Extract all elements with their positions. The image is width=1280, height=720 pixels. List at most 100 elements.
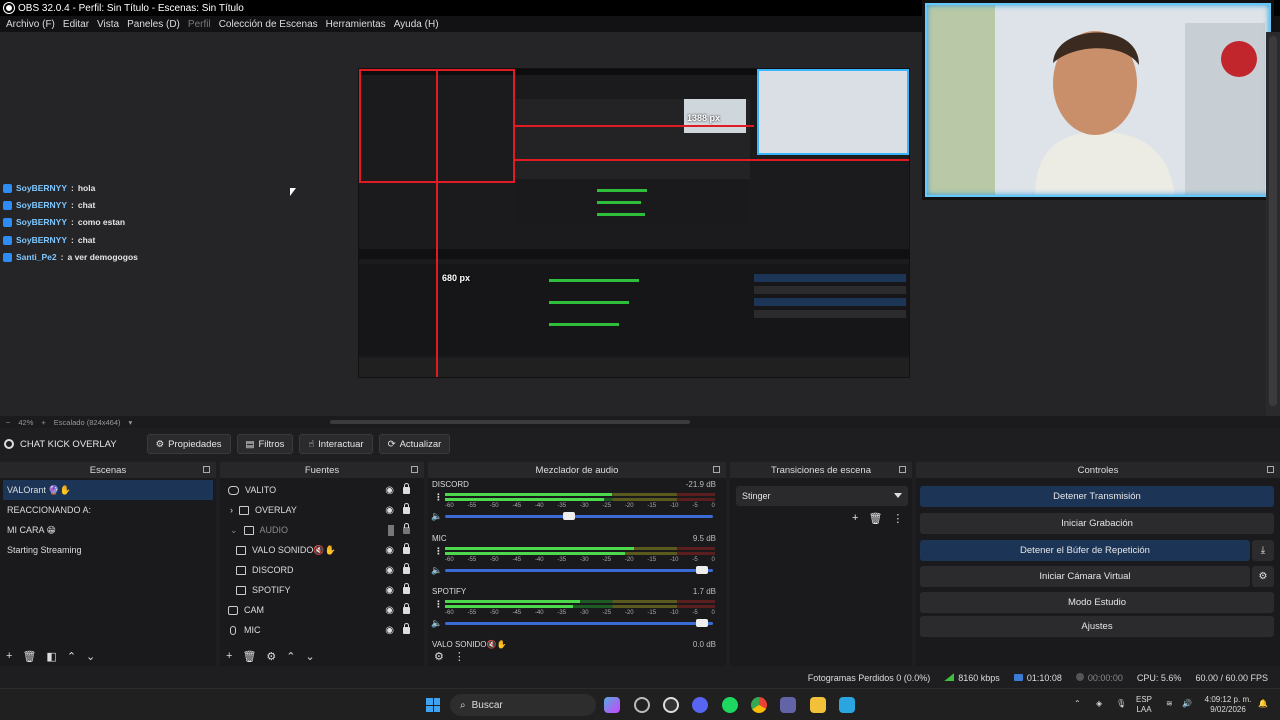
volume-fader[interactable] [445, 619, 713, 627]
undock-icon[interactable] [411, 466, 418, 473]
interact-button[interactable]: ☝ Interactuar [299, 434, 373, 454]
lock-icon[interactable] [403, 562, 410, 574]
scrollbar-thumb[interactable] [1269, 36, 1277, 406]
source-item[interactable]: VALITO ◉ [220, 480, 424, 500]
stop-replay-buffer-button[interactable]: Detener el Búfer de Repetición [920, 540, 1250, 561]
lock-icon[interactable] [403, 502, 410, 514]
lock-icon[interactable] [403, 482, 410, 494]
volume-icon[interactable]: 🔊 [1182, 699, 1192, 709]
properties-button[interactable]: ⚙ Propiedades [146, 434, 231, 454]
eye-icon[interactable]: ◉ [385, 625, 394, 636]
eye-hidden-icon[interactable]: ◌ [388, 524, 394, 536]
scene-item[interactable]: VALOrant 🔮✋ [3, 480, 213, 500]
menu-vista[interactable]: Vista [97, 19, 119, 30]
move-down-icon[interactable]: ⌄ [306, 650, 315, 663]
scene-item[interactable]: MI CARA 😁 [0, 520, 216, 540]
lock-icon[interactable] [403, 622, 410, 634]
undock-icon[interactable] [899, 466, 906, 473]
expand-arrow-icon[interactable]: › [230, 505, 233, 515]
eye-icon[interactable]: ◉ [385, 485, 394, 496]
remove-source-icon[interactable]: 🗑 [242, 650, 256, 663]
teams-icon[interactable] [780, 697, 796, 713]
eye-icon[interactable]: ◉ [385, 605, 394, 616]
speaker-icon[interactable]: 🔈 [431, 565, 442, 576]
lock-icon[interactable] [403, 522, 410, 534]
add-source-icon[interactable]: + [226, 650, 232, 662]
source-item[interactable]: ⌄ AUDIO ◌ [220, 520, 424, 540]
wifi-icon[interactable]: ≋ [1166, 699, 1173, 709]
taskbar-search[interactable]: ⌕ Buscar [450, 694, 596, 716]
move-up-icon[interactable]: ⌃ [286, 650, 295, 663]
menu-coleccion-escenas[interactable]: Colección de Escenas [219, 19, 318, 30]
refresh-button[interactable]: ⟳ Actualizar [378, 434, 451, 454]
add-transition-icon[interactable]: + [852, 512, 858, 525]
source-item[interactable]: MIC ◉ [220, 620, 424, 640]
undock-icon[interactable] [713, 466, 720, 473]
windows-start-icon[interactable] [426, 698, 440, 712]
source-item[interactable]: › OVERLAY ◉ [220, 500, 424, 520]
vpn-icon[interactable]: ◈ [1096, 699, 1102, 709]
scene-item[interactable]: Starting Streaming [0, 540, 216, 560]
menu-paneles[interactable]: Paneles (D) [127, 19, 180, 30]
move-down-icon[interactable]: ⌄ [86, 650, 95, 663]
obs-taskbar-icon-2[interactable] [663, 697, 679, 713]
scaling-dropdown-icon[interactable]: ▾ [129, 418, 133, 427]
app-f-icon[interactable] [839, 697, 855, 713]
eye-icon[interactable]: ◉ [385, 545, 394, 556]
volume-fader[interactable] [445, 512, 713, 520]
source-item[interactable]: DISCORD ◉ [220, 560, 424, 580]
zoom-out-button[interactable]: − [6, 418, 10, 427]
menu-ayuda[interactable]: Ayuda (H) [394, 19, 439, 30]
eye-icon[interactable]: ◉ [385, 565, 394, 576]
source-item[interactable]: CAM ◉ [220, 600, 424, 620]
mixer-settings-icon[interactable]: ⚙ [434, 650, 444, 663]
lock-icon[interactable] [403, 542, 410, 554]
start-virtual-camera-button[interactable]: Iniciar Cámara Virtual [920, 566, 1250, 587]
mic-tray-icon[interactable]: 🎙 [1116, 699, 1126, 709]
start-recording-button[interactable]: Iniciar Grabación [920, 513, 1274, 534]
speaker-icon[interactable]: 🔈 [431, 618, 442, 629]
undock-icon[interactable] [1267, 466, 1274, 473]
transition-menu-icon[interactable]: ⋮ [892, 512, 903, 525]
fader-knob[interactable] [562, 512, 575, 520]
lock-icon[interactable] [403, 602, 410, 614]
settings-button[interactable]: Ajustes [920, 616, 1274, 637]
source-item[interactable]: VALO SONIDO🔇✋ ◉ [220, 540, 424, 560]
lock-icon[interactable] [403, 582, 410, 594]
channel-menu-icon[interactable]: ⋮ [434, 546, 443, 557]
preview-vertical-scrollbar[interactable] [1266, 32, 1280, 416]
scene-item[interactable]: REACCIONANDO A: [0, 500, 216, 520]
add-scene-icon[interactable]: + [6, 650, 12, 662]
channel-menu-icon[interactable]: ⋮ [434, 599, 443, 610]
mixer-menu-icon[interactable]: ⋮ [454, 650, 465, 663]
eye-icon[interactable]: ◉ [385, 505, 394, 516]
fader-knob[interactable] [695, 619, 708, 627]
save-replay-icon[interactable]: ⤓ [1252, 540, 1274, 561]
speaker-icon[interactable]: 🔈 [431, 511, 442, 522]
scene-filters-icon[interactable]: ◧ [46, 650, 56, 663]
language-indicator[interactable]: ESP LAA [1136, 695, 1152, 715]
transition-select[interactable]: Stinger [736, 486, 908, 506]
remove-scene-icon[interactable]: 🗑 [22, 650, 36, 663]
gear-icon[interactable]: ⚙ [1252, 566, 1274, 587]
stop-streaming-button[interactable]: Detener Transmisión [920, 486, 1274, 507]
source-item[interactable]: SPOTIFY ◉ [220, 580, 424, 600]
menu-archivo[interactable]: Archivo (F) [6, 19, 55, 30]
copilot-icon[interactable] [604, 697, 620, 713]
filters-button[interactable]: ▤ Filtros [236, 434, 294, 454]
channel-menu-icon[interactable]: ⋮ [434, 492, 443, 503]
discord-icon[interactable] [692, 697, 708, 713]
chrome-icon[interactable] [751, 697, 767, 713]
file-explorer-icon[interactable] [810, 697, 826, 713]
source-properties-icon[interactable]: ⚙ [266, 650, 276, 663]
fader-knob[interactable] [695, 566, 708, 574]
notifications-icon[interactable]: 🔔 [1258, 699, 1268, 709]
zoom-in-button[interactable]: + [41, 418, 45, 427]
preview-horizontal-scrollbar[interactable] [330, 420, 690, 424]
collapse-arrow-icon[interactable]: ⌄ [230, 525, 238, 536]
move-up-icon[interactable]: ⌃ [67, 650, 76, 663]
spotify-icon[interactable] [722, 697, 738, 713]
volume-fader[interactable] [445, 566, 713, 574]
undock-icon[interactable] [203, 466, 210, 473]
clock[interactable]: 4:09:12 p. m. 9/02/2026 [1204, 695, 1252, 715]
